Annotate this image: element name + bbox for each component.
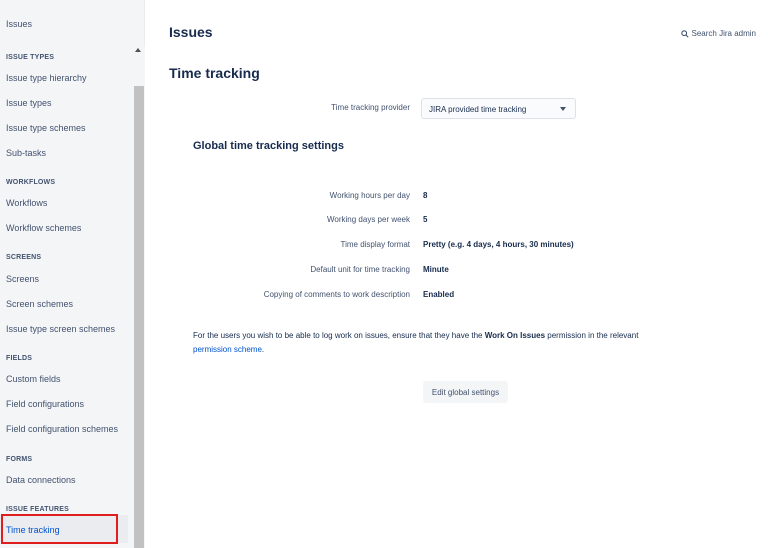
sidebar-nav: ISSUE TYPES Issue type hierarchy Issue t… xyxy=(0,46,132,548)
provider-select-value: JIRA provided time tracking xyxy=(429,105,527,114)
sidebar-section-issue-types: ISSUE TYPES xyxy=(6,54,55,61)
search-label: Search Jira admin xyxy=(691,29,756,38)
sidebar-header-title: Issues xyxy=(6,19,33,29)
sidebar-section-forms: FORMS xyxy=(6,456,33,463)
sidebar-section-fields: FIELDS xyxy=(6,355,33,362)
search-icon xyxy=(680,29,689,38)
working-hours-label: Working hours per day xyxy=(329,191,410,200)
working-days-value: 5 xyxy=(423,215,428,224)
sidebar-section-issue-features: ISSUE FEATURES xyxy=(6,506,69,513)
copy-comments-label: Copying of comments to work description xyxy=(263,290,410,299)
info-prefix: For the users you wish to be able to log… xyxy=(193,331,485,340)
provider-select[interactable]: JIRA provided time tracking xyxy=(421,98,576,119)
info-suffix: . xyxy=(261,345,265,354)
scroll-up-arrow-icon[interactable] xyxy=(135,48,141,52)
sidebar-item-custom-fields[interactable]: Custom fields xyxy=(6,374,61,384)
time-display-format-value: Pretty (e.g. 4 days, 4 hours, 30 minutes… xyxy=(423,240,574,249)
main-content: Issues Search Jira admin Time tracking T… xyxy=(145,0,768,548)
time-display-format-label: Time display format xyxy=(340,240,411,249)
search-jira-admin-link[interactable]: Search Jira admin xyxy=(680,29,756,38)
sidebar-item-issue-type-schemes[interactable]: Issue type schemes xyxy=(6,123,86,133)
highlight-box xyxy=(1,514,118,544)
permission-scheme-link[interactable]: permission scheme xyxy=(193,345,262,354)
info-permission-name: Work On Issues xyxy=(484,331,546,340)
sidebar-item-workflow-schemes[interactable]: Workflow schemes xyxy=(6,223,81,233)
sidebar-item-sub-tasks[interactable]: Sub-tasks xyxy=(6,148,46,158)
provider-label: Time tracking provider xyxy=(331,103,410,112)
working-days-label: Working days per week xyxy=(327,215,410,224)
sidebar-item-field-configuration-schemes[interactable]: Field configuration schemes xyxy=(6,424,118,434)
info-middle: permission in the relevant xyxy=(545,331,639,340)
permission-info-text: For the users you wish to be able to log… xyxy=(193,329,643,357)
sidebar-item-workflows[interactable]: Workflows xyxy=(6,198,47,208)
sidebar-section-screens: SCREENS xyxy=(6,254,42,261)
sidebar-item-field-configurations[interactable]: Field configurations xyxy=(6,399,84,409)
sidebar-item-issue-types[interactable]: Issue types xyxy=(6,98,52,108)
sidebar-scrollbar[interactable] xyxy=(132,46,145,548)
sidebar-item-issue-type-hierarchy[interactable]: Issue type hierarchy xyxy=(6,73,87,83)
sidebar-section-workflows: WORKFLOWS xyxy=(6,179,56,186)
sidebar-item-data-connections[interactable]: Data connections xyxy=(6,475,76,485)
page-title: Issues xyxy=(169,24,213,40)
copy-comments-value: Enabled xyxy=(423,290,455,299)
sidebar: Issues ISSUE TYPES Issue type hierarchy … xyxy=(0,0,145,548)
settings-title: Global time tracking settings xyxy=(193,140,344,152)
sidebar-header: Issues xyxy=(0,0,145,46)
section-title: Time tracking xyxy=(169,65,260,81)
working-hours-value: 8 xyxy=(423,191,428,200)
sidebar-item-screen-schemes[interactable]: Screen schemes xyxy=(6,299,73,309)
chevron-down-icon xyxy=(560,107,566,111)
scrollbar-thumb[interactable] xyxy=(134,86,144,548)
sidebar-item-screens[interactable]: Screens xyxy=(6,274,39,284)
edit-global-settings-button[interactable]: Edit global settings xyxy=(423,381,508,403)
default-unit-label: Default unit for time tracking xyxy=(310,265,410,274)
sidebar-item-issue-type-screen-schemes[interactable]: Issue type screen schemes xyxy=(6,324,115,334)
default-unit-value: Minute xyxy=(423,265,449,274)
